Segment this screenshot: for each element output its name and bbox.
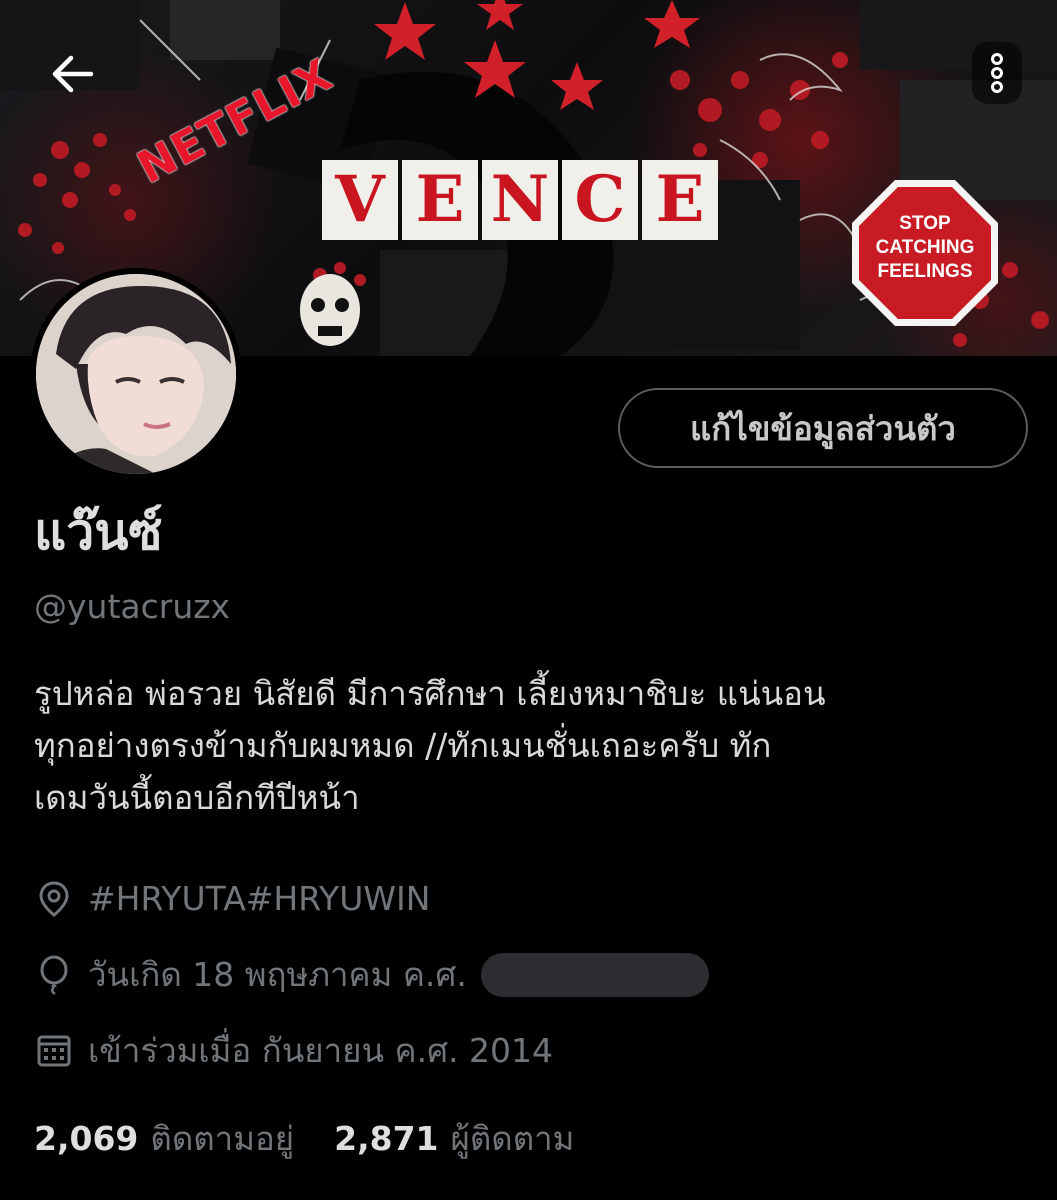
avatar-photo (36, 274, 236, 474)
vence-letter: C (562, 160, 638, 240)
back-button[interactable] (40, 45, 104, 103)
balloon-icon (34, 955, 74, 995)
vence-letter-tiles: V E N C E (322, 160, 718, 246)
profile-bio: รูปหล่อ พ่อรวย นิสัยดี มีการศึกษา เลี้ยง… (34, 668, 1034, 824)
follow-stats: 2,069 ติดตามอยู่ 2,871 ผู้ติดตาม (34, 1114, 574, 1164)
stop-line: CATCHING (875, 237, 975, 258)
location-pin-icon (34, 879, 74, 919)
stop-sign-text: STOP CATCHING FEELINGS (852, 212, 998, 284)
stop-line: STOP (899, 213, 951, 234)
vence-letter: E (402, 160, 478, 240)
calendar-icon (34, 1031, 74, 1071)
more-vertical-icon (991, 53, 1003, 93)
followers-label: ผู้ติดตาม (450, 1119, 575, 1158)
followers-stat[interactable]: 2,871 ผู้ติดตาม (334, 1114, 574, 1164)
vence-letter: E (642, 160, 718, 240)
arrow-left-icon (52, 55, 94, 93)
profile-avatar[interactable] (30, 268, 242, 480)
vence-letter: V (322, 160, 398, 240)
stop-line: FEELINGS (877, 261, 973, 282)
redacted-year-bar (480, 953, 709, 997)
vence-letter: N (482, 160, 558, 240)
bio-line: รูปหล่อ พ่อรวย นิสัยดี มีการศึกษา เลี้ยง… (34, 674, 826, 713)
joined-row: เข้าร่วมเมื่อ กันยายน ค.ศ. 2014 (34, 1028, 553, 1074)
more-options-button[interactable] (972, 42, 1022, 104)
birthday-row: วันเกิด 18 พฤษภาคม ค.ศ. (34, 952, 709, 998)
location-text[interactable]: #HRYUTA#HRYUWIN (88, 876, 430, 922)
birthday-text: วันเกิด 18 พฤษภาคม ค.ศ. (88, 955, 467, 994)
followers-count: 2,871 (334, 1119, 439, 1158)
location-row: #HRYUTA#HRYUWIN (34, 876, 430, 922)
following-stat[interactable]: 2,069 ติดตามอยู่ (34, 1114, 294, 1164)
bio-line: ทุกอย่างตรงข้ามกับผมหมด //ทักเมนชั่นเถอะ… (34, 726, 772, 765)
following-count: 2,069 (34, 1119, 139, 1158)
following-label: ติดตามอยู่ (150, 1119, 295, 1158)
username-handle: @yutacruzx (34, 587, 231, 626)
bio-line: เดมวันนี้ตอบอีกทีปีหน้า (34, 778, 360, 817)
edit-profile-button[interactable]: แก้ไขข้อมูลส่วนตัว (618, 388, 1028, 468)
avatar-portrait (36, 274, 236, 474)
joined-text: เข้าร่วมเมื่อ กันยายน ค.ศ. 2014 (88, 1031, 553, 1070)
display-name: แว๊นซ์ (34, 503, 163, 561)
